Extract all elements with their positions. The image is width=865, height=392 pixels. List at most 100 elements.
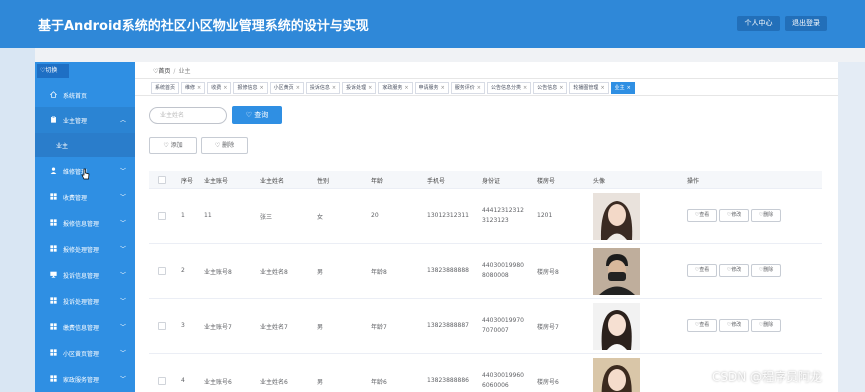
close-icon[interactable]: × bbox=[627, 85, 631, 91]
close-icon[interactable]: × bbox=[523, 85, 527, 91]
view-button[interactable]: ♡查看 bbox=[687, 264, 717, 277]
view-button[interactable]: ♡查看 bbox=[687, 319, 717, 332]
tab-fees[interactable]: 收费 × bbox=[207, 82, 232, 94]
sidebar-item-complaint-handling[interactable]: 投诉处理管理 ﹀ bbox=[35, 288, 135, 314]
cell-id-card: 44412312312 3123123 bbox=[482, 206, 524, 226]
tab-notice-info[interactable]: 公告信息 × bbox=[533, 82, 568, 94]
tab-service-request[interactable]: 申请服务 × bbox=[414, 82, 449, 94]
sidebar-item-repair-info[interactable]: 报修信息管理 ﹀ bbox=[35, 210, 135, 236]
tab-service-review[interactable]: 服务评价 × bbox=[450, 82, 485, 94]
chevron-down-icon: ﹀ bbox=[120, 168, 127, 175]
tab-label: 业主 bbox=[614, 85, 625, 91]
sidebar-item-repair-handling[interactable]: 报修处理管理 ﹀ bbox=[35, 236, 135, 262]
sidebar-subitem-owner[interactable]: 业主 bbox=[35, 133, 135, 157]
id-line: 6060006 bbox=[482, 382, 509, 389]
delete-button[interactable]: ♡删除 bbox=[751, 264, 781, 277]
tab-complaint-info[interactable]: 投诉信息 × bbox=[305, 82, 341, 94]
table-row: 1 11 张三 女 20 13012312311 44412312312 3123… bbox=[149, 189, 822, 244]
table-header: 序号 业主账号 业主姓名 性别 年龄 手机号 身份证 楼房号 头像 操作 bbox=[149, 171, 822, 189]
column-header: 手机号 bbox=[427, 178, 446, 185]
cell-name: 张三 bbox=[260, 214, 273, 221]
home-icon bbox=[50, 91, 57, 98]
personal-center-button[interactable]: 个人中心 bbox=[737, 16, 780, 31]
id-line: 7070007 bbox=[482, 327, 509, 334]
close-icon[interactable]: × bbox=[296, 85, 300, 91]
cell-name: 业主姓名7 bbox=[260, 324, 288, 331]
close-icon[interactable]: × bbox=[259, 85, 263, 91]
view-button-label: 查看 bbox=[699, 212, 710, 218]
logout-button[interactable]: 退出登录 bbox=[785, 16, 827, 31]
row-checkbox[interactable] bbox=[158, 377, 166, 385]
grid-icon bbox=[50, 193, 57, 200]
view-button[interactable]: ♡查看 bbox=[687, 209, 717, 222]
close-icon[interactable]: × bbox=[368, 85, 372, 91]
sidebar-toggle-button[interactable]: ♡切换 bbox=[37, 64, 69, 78]
sidebar-item-housekeeping[interactable]: 家政服务管理 ﹀ bbox=[35, 366, 135, 392]
tab-label: 收费 bbox=[211, 85, 222, 91]
sidebar-item-owner-management[interactable]: 业主管理 ︿ bbox=[35, 107, 135, 133]
delete-button-label: 删除 bbox=[763, 267, 774, 273]
sidebar-item-yellow-pages[interactable]: 小区黄页管理 ﹀ bbox=[35, 340, 135, 366]
delete-button[interactable]: ♡删除 bbox=[751, 209, 781, 222]
sidebar-item-payment-info[interactable]: 缴费信息管理 ﹀ bbox=[35, 314, 135, 340]
id-line: 8080008 bbox=[482, 272, 509, 279]
cell-account: 11 bbox=[204, 212, 212, 219]
edit-button[interactable]: ♡修改 bbox=[719, 209, 749, 222]
search-button[interactable]: ♡ 查询 bbox=[232, 106, 282, 124]
close-icon[interactable]: × bbox=[477, 85, 481, 91]
sidebar-item-home[interactable]: 系统首页 bbox=[35, 82, 135, 108]
tab-notice-category[interactable]: 公告信息分类 × bbox=[486, 82, 532, 94]
tab-system-home[interactable]: 系统首页 bbox=[151, 82, 180, 94]
cell-age: 年龄6 bbox=[371, 379, 387, 386]
breadcrumb-home[interactable]: 首页 bbox=[158, 68, 170, 75]
column-header: 性别 bbox=[317, 178, 330, 185]
close-icon[interactable]: × bbox=[332, 85, 336, 91]
tab-housekeeping[interactable]: 家政服务 × bbox=[378, 82, 413, 94]
cell-phone: 13823888888 bbox=[427, 267, 469, 274]
tab-maintenance[interactable]: 维修 × bbox=[181, 82, 206, 94]
close-icon[interactable]: × bbox=[223, 85, 227, 91]
avatar bbox=[593, 303, 640, 350]
tab-complaint-handling[interactable]: 投诉处理 × bbox=[342, 82, 377, 94]
sidebar-item-fee-management[interactable]: 收费管理 ﹀ bbox=[35, 184, 135, 210]
edit-button[interactable]: ♡修改 bbox=[719, 264, 749, 277]
delete-button-label: 删除 bbox=[222, 142, 235, 149]
cell-index: 4 bbox=[181, 377, 185, 384]
close-icon[interactable]: × bbox=[600, 85, 604, 91]
edit-button[interactable]: ♡修改 bbox=[719, 319, 749, 332]
tab-repair-info[interactable]: 报修信息 × bbox=[233, 82, 268, 94]
heart-icon: ♡ bbox=[163, 142, 171, 149]
sidebar-item-complaint-info[interactable]: 投诉信息管理 ﹀ bbox=[35, 262, 135, 288]
add-button[interactable]: ♡ 添加 bbox=[149, 137, 197, 154]
close-icon[interactable]: × bbox=[404, 85, 408, 91]
cell-building: 1201 bbox=[537, 212, 553, 219]
left-gutter bbox=[0, 48, 35, 392]
delete-button[interactable]: ♡删除 bbox=[751, 319, 781, 332]
cell-gender: 女 bbox=[317, 214, 324, 221]
tab-label: 服务评价 bbox=[454, 85, 475, 91]
cell-age: 年龄8 bbox=[371, 269, 387, 276]
batch-delete-button[interactable]: ♡ 删除 bbox=[201, 137, 248, 154]
column-header: 序号 bbox=[181, 178, 194, 185]
row-checkbox[interactable] bbox=[158, 212, 166, 220]
search-button-label: 查询 bbox=[254, 111, 269, 119]
tab-carousel[interactable]: 轮播图管理 × bbox=[569, 82, 609, 94]
id-line: 44412312312 bbox=[482, 207, 524, 214]
sidebar-item-label: 缴费信息管理 bbox=[63, 325, 100, 332]
sidebar-item-label: 报修处理管理 bbox=[63, 247, 100, 254]
close-icon[interactable]: × bbox=[441, 85, 445, 91]
chevron-down-icon: ﹀ bbox=[120, 194, 127, 201]
chevron-down-icon: ﹀ bbox=[120, 298, 127, 305]
sidebar-item-label: 报修信息管理 bbox=[63, 221, 100, 228]
row-checkbox[interactable] bbox=[158, 322, 166, 330]
owner-name-search-input[interactable]: 业主姓名 bbox=[149, 107, 227, 124]
close-icon[interactable]: × bbox=[197, 85, 201, 91]
close-icon[interactable]: × bbox=[559, 85, 563, 91]
sidebar-item-label: 投诉信息管理 bbox=[63, 273, 100, 280]
chevron-down-icon: ﹀ bbox=[120, 246, 127, 253]
column-header: 身份证 bbox=[482, 178, 501, 185]
row-checkbox[interactable] bbox=[158, 267, 166, 275]
tab-yellow-pages[interactable]: 小区黄页 × bbox=[269, 82, 304, 94]
tab-owner[interactable]: 业主 × bbox=[610, 82, 635, 94]
select-all-checkbox[interactable] bbox=[158, 176, 166, 184]
